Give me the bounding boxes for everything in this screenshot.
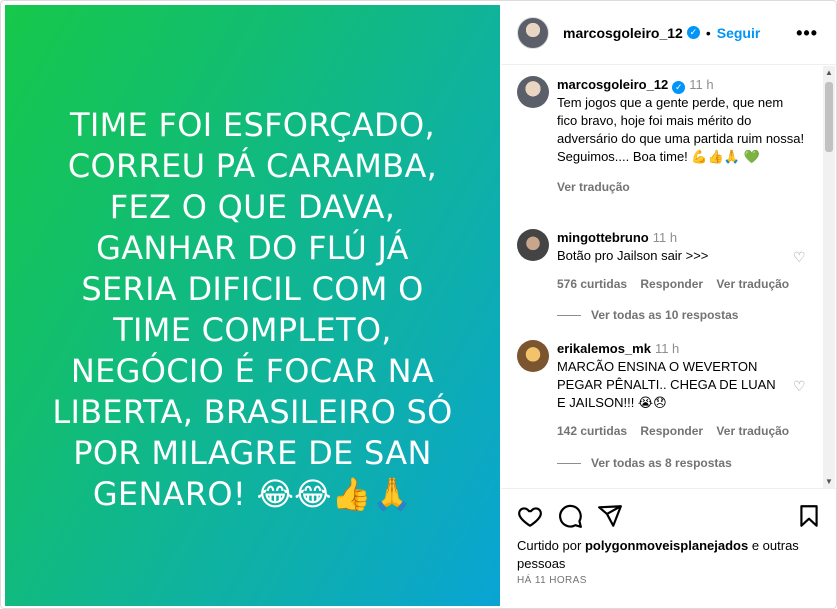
- avatar[interactable]: [517, 229, 549, 261]
- verified-badge-icon: ✓: [672, 81, 686, 94]
- view-replies-button[interactable]: Ver todas as 10 respostas: [557, 308, 738, 322]
- caption-time: 11 h: [689, 77, 714, 92]
- translate-link[interactable]: Ver tradução: [557, 180, 630, 194]
- like-heart-icon[interactable]: [517, 503, 543, 529]
- comment-bubble-icon[interactable]: [557, 503, 583, 529]
- image-text-line: FEZ O QUE DAVA,: [109, 187, 396, 226]
- reply-button[interactable]: Responder: [640, 424, 703, 438]
- action-icons: [517, 503, 822, 529]
- save-bookmark-icon[interactable]: [796, 503, 822, 529]
- replies-label: Ver todas as 10 respostas: [591, 308, 739, 322]
- image-text-line: GENARO! 😂😂👍🙏: [92, 474, 413, 513]
- post-timestamp[interactable]: HÁ 11 HORAS: [517, 575, 587, 586]
- comment-username[interactable]: erikalemos_mk: [557, 341, 651, 356]
- scrollbar-thumb[interactable]: [825, 82, 833, 152]
- likes-count[interactable]: 576 curtidas: [557, 277, 627, 291]
- caption-body: marcosgoleiro_12 ✓ 11 h Tem jogos que a ge…: [557, 76, 807, 196]
- translate-link[interactable]: Ver tradução: [716, 424, 789, 438]
- comment-body: mingottebruno 11 h Botão pro Jailson sair…: [557, 229, 807, 293]
- scroll-up-icon[interactable]: ▲: [825, 68, 833, 77]
- comment-item: mingottebruno 11 h Botão pro Jailson sair…: [517, 229, 807, 293]
- comment-item: erikalemos_mk 11 h MARCÃO ENSINA O WEVERT…: [517, 340, 807, 440]
- image-text-line: CORREU PÁ CARAMBA,: [67, 146, 438, 185]
- comment-body: erikalemos_mk 11 h MARCÃO ENSINA O WEVERT…: [557, 340, 807, 440]
- reply-button[interactable]: Responder: [640, 277, 703, 291]
- divider: [557, 314, 581, 316]
- comment-text: Botão pro Jailson sair >>>: [557, 248, 709, 263]
- translate-link[interactable]: Ver tradução: [716, 277, 789, 291]
- header-username[interactable]: marcosgoleiro_12: [563, 25, 683, 41]
- replies-label: Ver todas as 8 respostas: [591, 456, 732, 470]
- comment-meta: 142 curtidas Responder Ver tradução: [557, 422, 807, 440]
- post-image-text: TIME FOI ESFORÇADO, CORREU PÁ CARAMBA, F…: [18, 105, 488, 515]
- image-text-line: TIME FOI ESFORÇADO,: [70, 105, 435, 144]
- share-send-icon[interactable]: [597, 503, 623, 529]
- comment-time: 11 h: [654, 341, 680, 356]
- avatar[interactable]: [517, 340, 549, 372]
- comments-scrollbar[interactable]: ▲ ▼: [823, 66, 835, 488]
- comment-text: MARCÃO ENSINA O WEVERTON PEGAR PÊNALTI..…: [557, 359, 776, 410]
- post-dialog: TIME FOI ESFORÇADO, CORREU PÁ CARAMBA, F…: [0, 0, 837, 609]
- post-header: marcosgoleiro_12 ✓ • Seguir •••: [501, 1, 836, 65]
- likes-count[interactable]: 142 curtidas: [557, 424, 627, 438]
- liked-user-link[interactable]: polygonmoveisplanejados: [585, 538, 748, 553]
- comment-time: 11 h: [652, 230, 678, 245]
- divider: [557, 462, 581, 464]
- caption: marcosgoleiro_12 ✓ 11 h Tem jogos que a ge…: [517, 76, 807, 196]
- liked-by: Curtido por polygonmoveisplanejados e ou…: [517, 537, 817, 573]
- verified-badge-icon: ✓: [686, 26, 700, 39]
- post-sidebar: marcosgoleiro_12 ✓ • Seguir ••• marcosgo…: [501, 1, 836, 608]
- post-actions: Curtido por polygonmoveisplanejados e ou…: [501, 488, 836, 608]
- caption-meta: Ver tradução: [557, 178, 807, 196]
- scroll-down-icon[interactable]: ▼: [825, 477, 833, 486]
- avatar[interactable]: [517, 76, 549, 108]
- liked-prefix: Curtido por: [517, 538, 582, 553]
- image-text-line: SERIA DIFICIL COM O: [81, 269, 424, 308]
- comment-meta: 576 curtidas Responder Ver tradução: [557, 275, 807, 293]
- comment-username[interactable]: mingottebruno: [557, 230, 649, 245]
- caption-text: Tem jogos que a gente perde, que nem fic…: [557, 95, 805, 164]
- avatar[interactable]: [517, 16, 549, 49]
- heart-icon[interactable]: ♡: [793, 249, 807, 265]
- image-text-line: NEGÓCIO É FOCAR NA: [70, 351, 435, 390]
- image-text-line: TIME COMPLETO,: [113, 310, 392, 349]
- comments-section[interactable]: marcosgoleiro_12 ✓ 11 h Tem jogos que a ge…: [501, 66, 836, 488]
- follow-button[interactable]: Seguir: [717, 25, 761, 41]
- heart-icon[interactable]: ♡: [793, 378, 807, 394]
- image-text-line: GANHAR DO FLÚ JÁ: [96, 228, 409, 267]
- caption-username[interactable]: marcosgoleiro_12: [557, 77, 668, 92]
- separator-dot: •: [705, 24, 711, 41]
- post-image: TIME FOI ESFORÇADO, CORREU PÁ CARAMBA, F…: [5, 5, 500, 606]
- image-text-line: POR MILAGRE DE SAN: [73, 433, 432, 472]
- image-text-line: LIBERTA, BRASILEIRO SÓ: [52, 392, 453, 431]
- more-options-icon[interactable]: •••: [796, 23, 818, 44]
- view-replies-button[interactable]: Ver todas as 8 respostas: [557, 456, 732, 470]
